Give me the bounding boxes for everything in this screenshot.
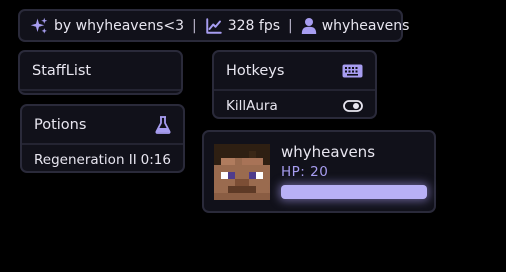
watermark-credit: by whyheavens<3	[54, 17, 184, 34]
hotkey-item[interactable]: KillAura	[214, 91, 375, 121]
hotkeys-title: Hotkeys	[226, 62, 285, 79]
stafflist-title: StaffList	[32, 62, 92, 79]
player-head-icon	[214, 144, 270, 200]
potions-header: Potions	[22, 106, 183, 145]
flask-icon	[155, 115, 171, 134]
separator: |	[288, 17, 293, 34]
hotkeys-panel: Hotkeys KillAura	[212, 50, 377, 119]
hotkey-label: KillAura	[226, 98, 278, 114]
potion-time: 0:16	[140, 152, 171, 168]
sparkles-icon	[30, 17, 48, 35]
target-name: whyheavens	[281, 143, 376, 161]
watermark-bar: by whyheavens<3 | 328 fps | whyheavens	[18, 9, 409, 42]
potions-title: Potions	[34, 116, 87, 133]
potions-panel: Potions Regeneration II 0:16	[20, 104, 185, 173]
hotkeys-header: Hotkeys	[214, 52, 375, 91]
health-bar-fill	[281, 185, 427, 199]
watermark-username: whyheavens	[321, 17, 410, 34]
toggle-icon[interactable]	[343, 100, 363, 112]
stafflist-header: StaffList	[20, 52, 181, 91]
keyboard-icon	[342, 64, 363, 78]
stafflist-panel: StaffList	[18, 50, 183, 95]
health-bar-track	[281, 185, 427, 199]
potion-name: Regeneration II	[34, 152, 137, 168]
target-hud: whyheavens HP: 20	[202, 130, 436, 213]
separator: |	[192, 17, 197, 34]
potion-item: Regeneration II 0:16	[22, 145, 183, 175]
fps-counter: 328 fps	[227, 17, 280, 34]
user-icon	[301, 17, 317, 35]
target-hp-label: HP: 20	[281, 164, 329, 180]
chart-line-icon	[205, 17, 223, 35]
